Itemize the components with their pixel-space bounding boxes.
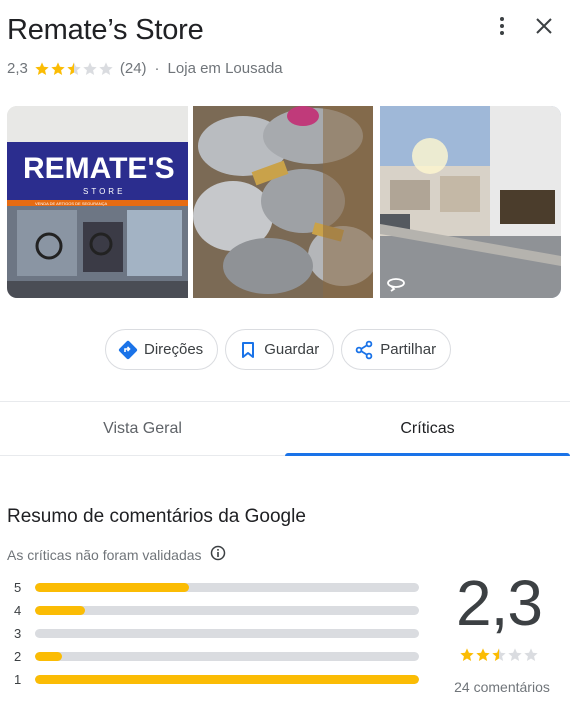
star-icon (83, 61, 97, 75)
rating-stars (34, 61, 114, 77)
directions-button[interactable]: Direções (105, 329, 219, 370)
rating-bar-track (35, 675, 419, 684)
rating-bar-row[interactable]: 1 (14, 668, 419, 691)
star-icon (460, 648, 474, 661)
tab-reviews[interactable]: Críticas (285, 402, 570, 456)
star-icon (51, 61, 65, 75)
review-count[interactable]: (24) (120, 60, 147, 77)
star-icon (99, 61, 113, 75)
rating-line: 2,3 (24) · Loja em Lousada (7, 60, 283, 77)
review-count-total[interactable]: 24 comentários (440, 679, 564, 695)
rating-distribution: 5 4 3 2 1 (14, 576, 419, 691)
not-validated-text: As críticas não foram validadas (7, 546, 202, 563)
rating-bar-row[interactable]: 5 (14, 576, 419, 599)
rating-bar-track (35, 606, 419, 615)
rating-bar-track (35, 629, 419, 638)
photo-packages[interactable] (193, 106, 375, 298)
directions-label: Direções (144, 341, 204, 358)
star-icon (524, 648, 538, 661)
separator: · (154, 60, 160, 77)
directions-icon (118, 340, 138, 359)
rating-bar-label: 1 (14, 672, 22, 687)
rating-bar-track (35, 652, 419, 661)
storefront-strip-text: VENDA DE ARTIGOS DE SEGURANÇA (35, 201, 107, 206)
save-label: Guardar (264, 341, 320, 358)
rating-bar-fill (35, 583, 189, 592)
rating-bar-track (35, 583, 419, 592)
rating-bar-fill (35, 606, 85, 615)
rating-bar-fill (35, 675, 419, 684)
average-rating: 2,3 (456, 567, 543, 639)
not-validated-notice: As críticas não foram validadas (7, 545, 226, 564)
star-icon (67, 61, 81, 75)
close-icon[interactable] (528, 10, 560, 42)
storefront-sign-text: REMATE'S (23, 152, 175, 185)
rating-bar-label: 4 (14, 603, 22, 618)
share-icon (355, 340, 373, 359)
rating-bar-row[interactable]: 2 (14, 645, 419, 668)
more-options-icon[interactable] (486, 10, 518, 42)
average-rating-stars (459, 647, 539, 663)
tab-overview[interactable]: Vista Geral (0, 402, 285, 455)
rating-bar-fill (35, 652, 62, 661)
star-icon (508, 648, 522, 661)
rating-bar-row[interactable]: 4 (14, 599, 419, 622)
rating-bar-row[interactable]: 3 (14, 622, 419, 645)
tab-bar: Vista Geral Críticas (0, 401, 570, 456)
review-summary-title: Resumo de comentários da Google (7, 506, 306, 527)
photo-storefront[interactable]: REMATE'S STORE VENDA DE ARTIGOS DE SEGUR… (7, 106, 189, 298)
photo-strip: REMATE'S STORE VENDA DE ARTIGOS DE SEGUR… (7, 106, 561, 298)
bookmark-icon (242, 341, 255, 358)
place-category[interactable]: Loja em Lousada (168, 60, 283, 77)
star-icon (492, 648, 506, 661)
star-icon (35, 61, 49, 75)
save-button[interactable]: Guardar (225, 329, 335, 370)
rating-bar-label: 2 (14, 649, 22, 664)
share-label: Partilhar (380, 341, 437, 358)
rating-bar-label: 3 (14, 626, 22, 641)
storefront-sign-subtext: STORE (83, 187, 125, 196)
rating-value: 2,3 (7, 60, 28, 77)
rating-bar-label: 5 (14, 580, 22, 595)
share-button[interactable]: Partilhar (341, 329, 452, 370)
info-icon[interactable] (210, 545, 226, 564)
photo-street-view[interactable] (379, 106, 561, 298)
star-icon (476, 648, 490, 661)
place-title: Remate’s Store (7, 14, 204, 46)
